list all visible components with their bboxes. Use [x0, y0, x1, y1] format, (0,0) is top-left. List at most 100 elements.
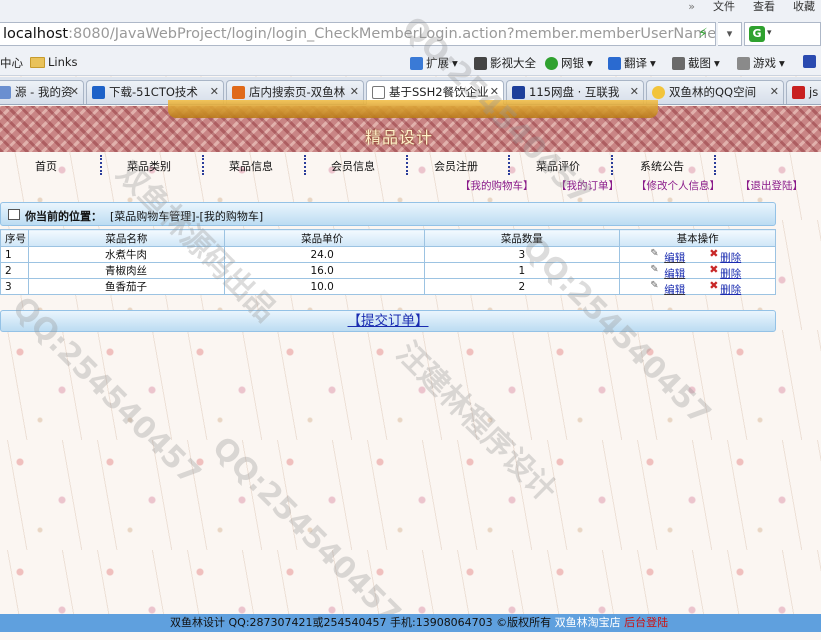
toolbar-translate[interactable]: 翻译 ▾: [608, 55, 656, 71]
tab-6[interactable]: js: [786, 80, 821, 104]
toolbar-label: 扩展: [426, 56, 449, 70]
edit-link[interactable]: 编辑: [664, 282, 685, 297]
nav-divider: [304, 155, 306, 175]
nav-member-register[interactable]: 会员注册: [434, 158, 478, 174]
scissors-icon: [672, 56, 685, 70]
gamepad-icon: [737, 56, 750, 70]
video-icon: [474, 56, 487, 70]
nav-dish-info[interactable]: 菜品信息: [229, 158, 273, 174]
nav-announcements[interactable]: 系统公告: [640, 158, 684, 174]
banner-logo-art: [168, 100, 658, 118]
puzzle-icon: [410, 56, 423, 70]
link-my-orders[interactable]: 【我的订单】: [556, 178, 619, 193]
tab-5[interactable]: 双鱼林的QQ空间 ✕: [646, 80, 784, 104]
cell-qty: 2: [423, 278, 621, 295]
link-edit-profile[interactable]: 【修改个人信息】: [636, 178, 720, 193]
table-row: 3 鱼香茄子 10.0 2 ✎ 编辑 ✖ 删除: [0, 278, 776, 297]
cell-price: 24.0: [223, 246, 425, 263]
tab-0[interactable]: 源 - 我的资 ✕: [0, 80, 84, 104]
document-icon: [8, 209, 20, 220]
footer-text-group: 双鱼林设计 QQ:287307421或254540457 手机:13908064…: [170, 614, 668, 632]
nav-member-info[interactable]: 会员信息: [331, 158, 375, 174]
chevron-down-icon[interactable]: ▾: [767, 28, 772, 38]
link-my-cart[interactable]: 【我的购物车】: [460, 178, 534, 193]
cloud-drive-icon: [512, 86, 525, 99]
cell-name: 水煮牛肉: [27, 246, 225, 263]
menu-favorites[interactable]: 收藏: [793, 0, 815, 13]
site-footer: 双鱼林设计 QQ:287307421或254540457 手机:13908064…: [0, 614, 821, 632]
page-icon: [372, 86, 385, 99]
location-bar: 你当前的位置： [菜品购物车管理]-[我的购物车]: [0, 202, 776, 226]
cart-table: 序号 菜品名称 菜品单价 菜品数量 基本操作 1 水煮牛肉 24.0 3 ✎ 编…: [0, 229, 776, 297]
bookmark-links[interactable]: Links: [30, 55, 78, 69]
toolbar-key[interactable]: [803, 55, 816, 68]
toolbar-label: 截图: [688, 56, 711, 70]
col-header-qty: 菜品数量: [423, 229, 621, 247]
nav-divider: [714, 155, 716, 175]
link-logout[interactable]: 【退出登陆】: [740, 178, 803, 193]
main-nav: 首页 菜品类别 菜品信息 会员信息 会员注册 菜品评价 系统公告: [0, 153, 821, 177]
menu-view[interactable]: 查看: [753, 0, 775, 13]
page-bottom: [0, 632, 821, 640]
address-path: :8080/JavaWebProject/login/login_CheckMe…: [68, 26, 716, 42]
cart-header-row: 序号 菜品名称 菜品单价 菜品数量 基本操作: [0, 229, 776, 247]
address-dropdown-button[interactable]: ▾: [718, 22, 742, 46]
banner-subtitle: 精品设计: [365, 128, 434, 147]
home-icon: [92, 86, 105, 99]
nav-dish-category[interactable]: 菜品类别: [127, 158, 171, 174]
tab-label: 店内搜索页-双鱼林: [249, 85, 346, 99]
nav-divider: [611, 155, 613, 175]
search-engine-icon[interactable]: G: [749, 26, 765, 42]
taobao-icon: [232, 86, 245, 99]
close-icon[interactable]: ✕: [770, 81, 779, 103]
bookmarks-bar: 中心 Links 扩展 ▾ 影视大全 网银 ▾ 翻译 ▾ 截图 ▾ 游戏 ▾: [0, 50, 821, 76]
lightning-icon[interactable]: ⚡: [698, 26, 710, 42]
tab-label: 基于SSH2餐饮企业: [389, 85, 489, 99]
toolbar-label: 游戏: [753, 56, 776, 70]
toolbar-extensions[interactable]: 扩展 ▾: [410, 55, 458, 71]
tab-label: 115网盘 · 互联我: [529, 85, 620, 99]
pencil-icon: ✎: [650, 280, 659, 291]
toolbar-label: 翻译: [624, 56, 647, 70]
nav-divider: [202, 155, 204, 175]
cell-price: 16.0: [223, 262, 425, 279]
js-icon: [792, 86, 805, 99]
tab-label: 源 - 我的资: [15, 85, 73, 99]
menu-file[interactable]: 文件: [713, 0, 735, 13]
cell-num: 3: [0, 278, 29, 295]
close-icon[interactable]: ✕: [70, 81, 79, 103]
col-header-ops: 基本操作: [619, 229, 776, 247]
address-bar[interactable]: localhost:8080/JavaWebProject/login/logi…: [0, 22, 716, 46]
nav-divider: [100, 155, 102, 175]
delete-link[interactable]: 删除: [720, 282, 741, 297]
delete-x-icon: ✖: [709, 247, 719, 260]
toolbar-bank[interactable]: 网银 ▾: [545, 55, 593, 71]
pencil-icon: ✎: [650, 248, 659, 259]
col-header-num: 序号: [0, 229, 29, 247]
bookmark-center[interactable]: 中心: [0, 55, 23, 71]
footer-admin-link[interactable]: 后台登陆: [624, 616, 668, 629]
nav-dish-review[interactable]: 菜品评价: [536, 158, 580, 174]
table-row: 1 水煮牛肉 24.0 3 ✎ 编辑 ✖ 删除: [0, 246, 776, 264]
col-header-name: 菜品名称: [27, 229, 225, 247]
menu-overflow[interactable]: »: [688, 0, 695, 13]
footer-shop-link[interactable]: 双鱼林淘宝店: [555, 616, 621, 629]
cell-ops: ✎ 编辑 ✖ 删除: [619, 278, 776, 297]
toolbar-screenshot[interactable]: 截图 ▾: [672, 55, 720, 71]
search-box[interactable]: G ▾: [744, 22, 821, 46]
toolbar-label: 影视大全: [490, 56, 536, 70]
toolbar-video[interactable]: 影视大全: [474, 55, 536, 71]
nav-divider: [406, 155, 408, 175]
footer-copyright: 双鱼林设计 QQ:287307421或254540457 手机:13908064…: [170, 616, 555, 629]
toolbar-games[interactable]: 游戏 ▾: [737, 55, 785, 71]
table-row: 2 青椒肉丝 16.0 1 ✎ 编辑 ✖ 删除: [0, 262, 776, 280]
nav-home[interactable]: 首页: [35, 158, 57, 174]
location-path: [菜品购物车管理]-[我的购物车]: [110, 210, 264, 223]
cell-qty: 3: [423, 246, 621, 263]
delete-x-icon: ✖: [709, 263, 719, 276]
cell-name: 鱼香茄子: [27, 278, 225, 295]
tab-label: js: [809, 85, 819, 99]
submit-order-button[interactable]: 【提交订单】: [348, 313, 429, 329]
tab-label: 双鱼林的QQ空间: [669, 85, 757, 99]
nav-divider: [508, 155, 510, 175]
